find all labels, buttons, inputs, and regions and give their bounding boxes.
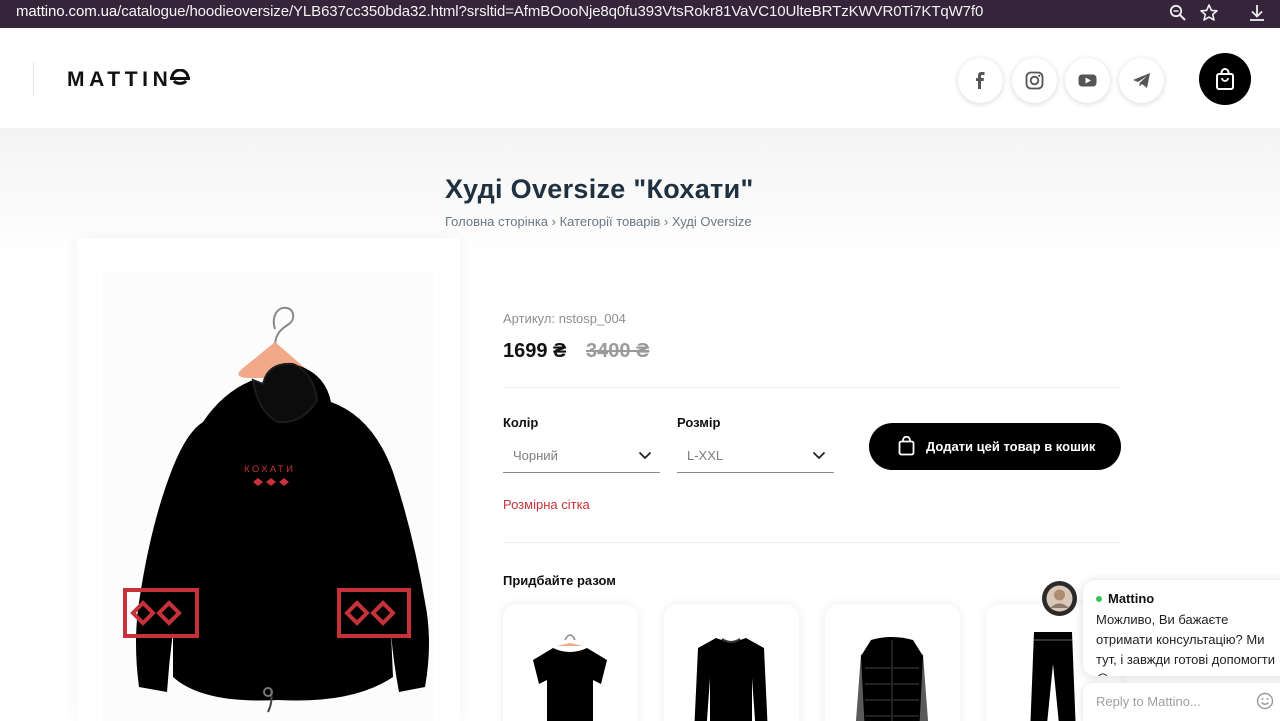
product-image[interactable]: КОХАТИ — [103, 272, 433, 721]
product-image-card[interactable]: КОХАТИ — [77, 238, 460, 721]
header-divider — [33, 62, 34, 96]
chevron-down-icon — [812, 451, 826, 460]
url-domain: mattino.com.ua — [16, 3, 118, 20]
shopping-bag-icon — [898, 436, 915, 456]
site-logo[interactable]: MATTIN — [67, 68, 191, 92]
old-price: 3400 ₴ — [586, 340, 650, 362]
instagram-icon — [1025, 71, 1044, 90]
avatar-image — [1046, 585, 1073, 612]
size-label: Розмір — [677, 415, 721, 430]
cart-button[interactable] — [1199, 53, 1251, 105]
emoji-icon[interactable] — [1256, 692, 1274, 710]
tshirt-image — [533, 634, 607, 721]
chat-reply-placeholder: Reply to Mattino... — [1096, 694, 1201, 709]
breadcrumb-separator: › — [548, 214, 560, 229]
zoom-icon[interactable] — [1168, 3, 1188, 23]
longsleeve-image — [694, 638, 768, 721]
add-to-cart-label: Додати цей товар в кошик — [926, 439, 1096, 454]
chat-message-bubble[interactable]: Mattino Можливо, Ви бажаєте отримати кон… — [1083, 580, 1280, 676]
page-title: Худі Oversize "Кохати" — [445, 174, 754, 204]
product-sku: Артикул: nstosp_004 — [503, 311, 626, 326]
logo-sun-icon — [170, 68, 191, 85]
related-product-tshirt[interactable] — [503, 604, 638, 721]
divider — [503, 542, 1121, 543]
size-select-value: L-XXL — [687, 448, 724, 463]
puffer-vest-image — [855, 637, 929, 721]
price: 1699 ₴ — [503, 340, 567, 362]
breadcrumb-separator: › — [660, 214, 672, 229]
bookmark-star-icon[interactable] — [1199, 3, 1219, 23]
buy-together-heading: Придбайте разом — [503, 573, 616, 588]
breadcrumb: Головна сторінка › Категорії товарів › Х… — [445, 214, 752, 229]
related-product-longsleeve[interactable] — [664, 604, 799, 721]
telegram-button[interactable] — [1119, 58, 1164, 103]
online-status-dot — [1096, 596, 1102, 602]
browser-address-bar[interactable]: mattino.com.ua/catalogue/hoodieoversize/… — [0, 0, 1280, 28]
chat-agent-name: Mattino — [1108, 591, 1155, 606]
size-chart-link[interactable]: Розмірна сітка — [503, 497, 590, 512]
url-text[interactable]: mattino.com.ua/catalogue/hoodieoversize/… — [16, 3, 983, 20]
telegram-icon — [1133, 73, 1150, 88]
facebook-button[interactable] — [958, 58, 1003, 103]
color-label: Колір — [503, 415, 539, 430]
divider — [503, 387, 1121, 388]
chat-message-text: Можливо, Ви бажаєте отримати консультаці… — [1096, 612, 1275, 676]
print-text: КОХАТИ — [244, 464, 295, 475]
add-to-cart-button[interactable]: Додати цей товар в кошик — [869, 423, 1121, 470]
youtube-button[interactable] — [1065, 58, 1110, 103]
shopping-bag-icon — [1216, 68, 1234, 90]
breadcrumb-current: Худі Oversize — [671, 214, 752, 229]
chat-reply-input[interactable]: Reply to Mattino... — [1083, 683, 1280, 721]
chat-avatar[interactable] — [1042, 581, 1077, 616]
youtube-icon — [1078, 74, 1097, 87]
hoodie-image: КОХАТИ — [123, 306, 429, 713]
breadcrumb-home[interactable]: Головна сторінка — [445, 214, 548, 229]
breadcrumb-categories[interactable]: Категорії товарів — [560, 214, 661, 229]
color-select-value: Чорний — [513, 448, 558, 463]
logo-text: MATTIN — [67, 68, 173, 91]
facebook-icon — [976, 72, 985, 89]
download-icon[interactable] — [1247, 3, 1267, 23]
instagram-button[interactable] — [1012, 58, 1057, 103]
url-path: /catalogue/hoodieoversize/YLB637cc350bda… — [117, 3, 984, 20]
chevron-down-icon — [638, 451, 652, 460]
color-select[interactable]: Чорний — [503, 440, 660, 473]
site-header: MATTIN — [0, 28, 1280, 128]
related-product-puffer-vest[interactable] — [825, 604, 960, 721]
size-select[interactable]: L-XXL — [677, 440, 834, 473]
